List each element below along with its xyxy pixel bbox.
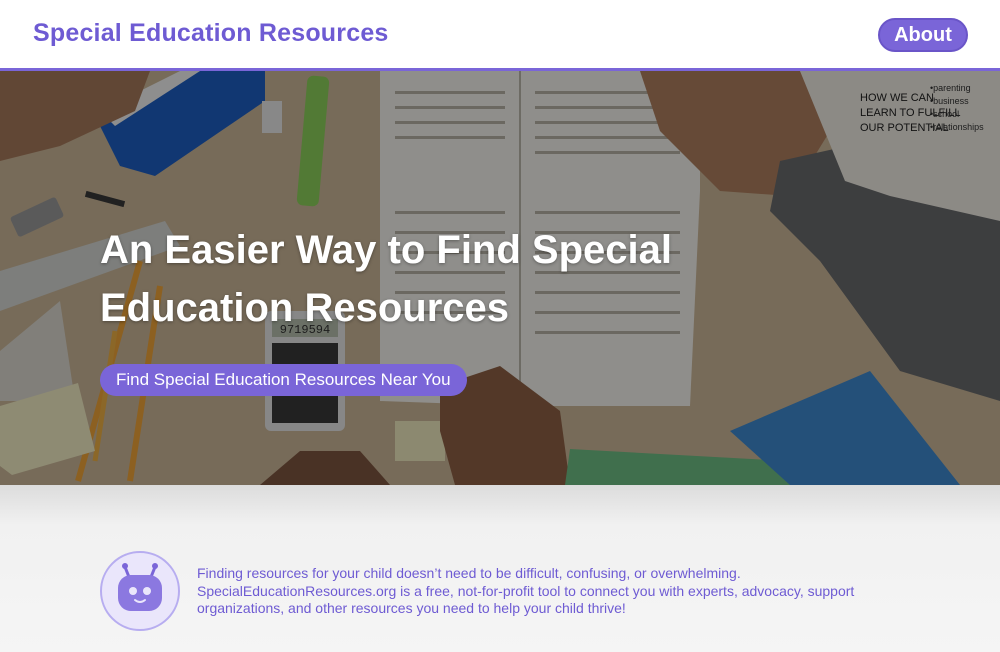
intro-line: Finding resources for your child doesn’t… <box>197 565 741 581</box>
intro-line: organizations, and other resources you n… <box>197 600 626 616</box>
hero-headline: An Easier Way to Find Special Education … <box>100 221 740 337</box>
robot-icon <box>118 563 162 611</box>
site-header: Special Education Resources About <box>0 0 1000 71</box>
hero-headline-line1: An Easier Way to Find Special <box>100 228 672 272</box>
hero-headline-line2: Education Resources <box>100 286 510 330</box>
robot-avatar <box>100 551 180 631</box>
intro-line: SpecialEducationResources.org is a free,… <box>197 582 855 599</box>
about-button[interactable]: About <box>878 18 968 52</box>
hero-section: 9719594 HOW WE CAN LEARN TO FULFILL OUR … <box>0 71 1000 485</box>
intro-text: Finding resources for your child doesn’t… <box>197 565 897 618</box>
find-resources-button[interactable]: Find Special Education Resources Near Yo… <box>100 364 467 396</box>
site-brand-link[interactable]: Special Education Resources <box>33 19 389 48</box>
